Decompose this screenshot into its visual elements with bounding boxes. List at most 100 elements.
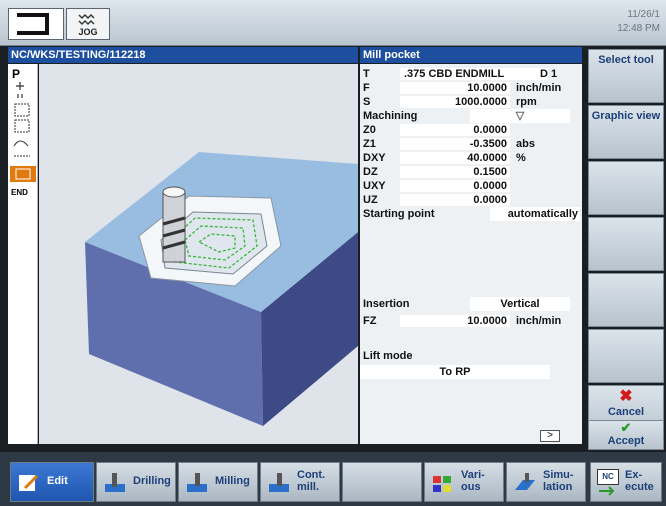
selected-pocket-step[interactable] — [10, 166, 36, 182]
speed-unit: rpm — [516, 96, 537, 108]
param-label: FZ — [363, 315, 377, 327]
pocket-step-icon — [15, 168, 31, 180]
time-text: 12:48 PM — [617, 23, 660, 34]
param-label: UZ — [363, 194, 378, 206]
param-row-feed[interactable]: F 10.0000 inch/min — [360, 81, 582, 95]
jog-label: JOG — [78, 27, 98, 37]
program-header-item[interactable]: P — [12, 67, 20, 81]
milling-softkey[interactable]: Milling — [178, 462, 258, 502]
z1-unit: abs — [516, 138, 535, 150]
param-row-uxy[interactable]: UXY 0.0000 — [360, 179, 582, 193]
select-tool-softkey[interactable]: Select tool — [588, 49, 664, 103]
param-row-starting-point[interactable]: Starting point automatically — [360, 207, 582, 221]
date-text: 11/26/1 — [627, 9, 660, 20]
empty-softkey-4[interactable] — [588, 217, 664, 271]
execute-label: Ex-ecute — [625, 469, 654, 493]
page-scroll-arrow[interactable]: > — [540, 430, 560, 442]
workpiece-3d-view — [85, 152, 358, 426]
cancel-x-icon: ✖ — [619, 388, 633, 405]
pocket-3d-graphic — [39, 64, 358, 444]
param-label: DZ — [363, 166, 378, 178]
empty-hsoftkey[interactable] — [342, 462, 422, 502]
program-step-list[interactable]: P END — [8, 64, 38, 444]
param-label: DXY — [363, 152, 386, 164]
contour-milling-icon — [269, 473, 289, 492]
drilling-label: Drilling — [133, 475, 171, 487]
param-row-uz[interactable]: UZ 0.0000 — [360, 193, 582, 207]
edit-softkey[interactable]: Edit — [10, 462, 94, 502]
feed-unit: inch/min — [516, 82, 562, 94]
graphic-view-softkey[interactable]: Graphic view — [588, 105, 664, 159]
milling-label: Milling — [215, 475, 250, 487]
z1-field[interactable]: -0.3500 — [400, 138, 510, 150]
param-row-dz[interactable]: DZ 0.1500 — [360, 165, 582, 179]
machining-dropdown[interactable]: ▽ — [470, 109, 570, 123]
starting-point-toggle[interactable]: automatically — [490, 207, 580, 221]
dxy-field[interactable]: 40.0000 — [400, 152, 510, 164]
drilling-icon — [105, 473, 125, 492]
empty-softkey-3[interactable] — [588, 161, 664, 215]
tool-name-field[interactable]: .375 CBD ENDMILL — [400, 68, 548, 80]
simulation-icon — [515, 473, 535, 490]
edit-pencil-icon — [19, 474, 39, 491]
machine-area-icon — [17, 13, 49, 35]
dz-field[interactable]: 0.1500 — [400, 166, 510, 178]
param-label: S — [363, 96, 371, 108]
various-label: Vari-ous — [461, 469, 485, 493]
edit-label: Edit — [47, 475, 68, 487]
param-label: Starting point — [363, 208, 435, 220]
accept-label: Accept — [607, 435, 645, 447]
fz-field[interactable]: 10.0000 — [400, 315, 510, 327]
param-label: Lift mode — [363, 350, 413, 362]
fz-unit: inch/min — [516, 315, 562, 327]
program-end-item[interactable]: END — [11, 188, 28, 197]
empty-softkey-6[interactable] — [588, 329, 664, 383]
dxy-unit: % — [516, 152, 526, 164]
z0-field[interactable]: 0.0000 — [400, 124, 510, 136]
param-row-speed[interactable]: S 1000.0000 rpm — [360, 95, 582, 109]
param-label: UXY — [363, 180, 386, 192]
jog-mode-indicator[interactable]: JOG — [66, 8, 110, 40]
accept-check-icon: ✔ — [620, 420, 632, 435]
execute-softkey[interactable]: NC Ex-ecute — [590, 462, 662, 502]
various-softkey[interactable]: Vari-ous — [424, 462, 504, 502]
tool-edge-value: D 1 — [540, 68, 558, 80]
accept-softkey[interactable]: ✔ Accept — [588, 420, 664, 450]
uxy-field[interactable]: 0.0000 — [400, 180, 510, 192]
contour-milling-label: Cont. mill. — [297, 469, 326, 493]
param-row-lift-mode: Lift mode — [360, 349, 582, 363]
insertion-toggle[interactable]: Vertical — [470, 297, 570, 311]
lift-mode-toggle[interactable]: To RP — [360, 365, 550, 379]
vertical-softkey-bar: Select tool Graphic view ✖ Cancel — [584, 47, 666, 447]
param-row-z0[interactable]: Z0 0.0000 — [360, 123, 582, 137]
datetime-display: 11/26/1 12:48 PM — [617, 8, 660, 36]
simulation-softkey[interactable]: Simu-lation — [506, 462, 586, 502]
cancel-label: Cancel — [607, 406, 645, 418]
simulation-label: Simu-lation — [543, 469, 574, 493]
param-label: T — [363, 68, 370, 80]
contour-milling-softkey[interactable]: Cont. mill. — [260, 462, 340, 502]
param-label: Insertion — [363, 298, 410, 310]
uz-field[interactable]: 0.0000 — [400, 194, 510, 206]
execute-arrow-icon — [599, 486, 615, 496]
param-label: Z1 — [363, 138, 376, 150]
nc-badge-icon: NC — [597, 469, 619, 485]
cycle-parameter-panel: T .375 CBD ENDMILL D 1 F 10.0000 inch/mi… — [360, 64, 582, 444]
drilling-softkey[interactable]: Drilling — [96, 462, 176, 502]
param-row-fz[interactable]: FZ 10.0000 inch/min — [360, 314, 582, 328]
param-row-insertion[interactable]: Insertion Vertical — [360, 297, 582, 311]
various-blocks-icon — [433, 476, 451, 492]
param-row-machining[interactable]: Machining ▽ — [360, 109, 582, 123]
param-label: F — [363, 82, 370, 94]
milling-icon — [187, 473, 207, 492]
machine-mode-display[interactable] — [8, 8, 64, 40]
param-row-dxy[interactable]: DXY 40.0000 % — [360, 151, 582, 165]
param-row-z1[interactable]: Z1 -0.3500 abs — [360, 137, 582, 151]
param-label: Machining — [363, 110, 418, 122]
feed-field[interactable]: 10.0000 — [400, 82, 510, 94]
program-path-title: NC/WKS/TESTING/112218 — [8, 47, 358, 63]
spindle-speed-field[interactable]: 1000.0000 — [400, 96, 510, 108]
param-row-tool[interactable]: T .375 CBD ENDMILL D 1 — [360, 67, 582, 81]
empty-softkey-5[interactable] — [588, 273, 664, 327]
param-label: Z0 — [363, 124, 376, 136]
